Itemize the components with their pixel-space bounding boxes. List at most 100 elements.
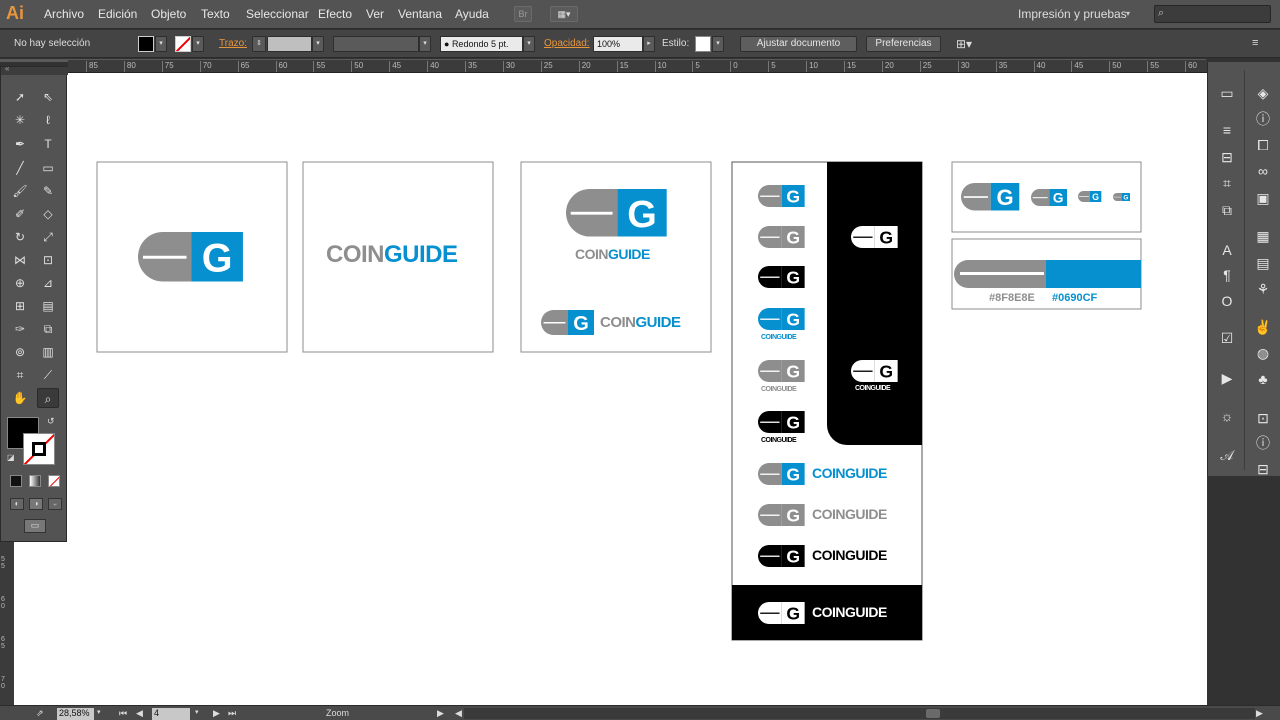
brushes-panel-icon[interactable]: ⚘ — [1248, 278, 1278, 300]
align-options-icon[interactable]: ⊞▾ — [956, 37, 972, 51]
symbol-sprayer-tool-icon[interactable]: ⊚ — [9, 342, 31, 362]
profile-dropdown[interactable]: ▾ — [419, 36, 431, 52]
opacity-field[interactable]: 100% — [593, 36, 643, 52]
opacity-dropdown[interactable]: ▸ — [643, 36, 655, 52]
selection-tool-icon[interactable]: ➚ — [9, 87, 31, 107]
blob-brush-tool-icon[interactable]: ✐ — [9, 204, 31, 224]
perspective-grid-tool-icon[interactable]: ⊿ — [37, 273, 59, 293]
workspace-switcher[interactable]: Impresión y pruebas — [1018, 7, 1127, 21]
vertical-ruler[interactable]: 5 5 6 0 6 5 7 0 — [0, 540, 14, 705]
draw-normal-icon[interactable]: ◐ — [10, 498, 24, 510]
pen-tool-icon[interactable]: ✒ — [9, 134, 31, 154]
opentype-panel-icon[interactable]: O — [1212, 290, 1242, 312]
arrange-documents-button[interactable]: ▦▾ — [550, 6, 578, 22]
artboard-number-field[interactable]: 4 — [152, 708, 190, 720]
layers-panel-icon[interactable]: ◈ — [1248, 82, 1278, 104]
menu-ventana[interactable]: Ventana — [398, 7, 442, 21]
default-colors-icon[interactable]: ◪ — [7, 453, 15, 462]
gradient-panel-icon[interactable]: ▭ — [1212, 82, 1242, 104]
paragraph-panel-icon[interactable]: ¶ — [1212, 264, 1242, 286]
scale-tool-icon[interactable]: ⤢ — [37, 227, 59, 247]
chevron-down-icon[interactable]: ▾ — [1126, 9, 1130, 18]
lasso-tool-icon[interactable]: ℓ — [37, 110, 59, 130]
swatches-panel-icon[interactable]: ▦ — [1248, 225, 1278, 247]
swap-fill-stroke-icon[interactable]: ↺ — [47, 416, 55, 427]
menu-edicion[interactable]: Edición — [98, 7, 137, 21]
menu-objeto[interactable]: Objeto — [151, 7, 186, 21]
color-mode-icon[interactable] — [10, 475, 22, 487]
share-icon[interactable]: ⇗ — [36, 708, 44, 719]
type-tool-icon[interactable]: T — [37, 134, 59, 154]
draw-inside-icon[interactable]: ◒ — [48, 498, 62, 510]
panel-grip[interactable]: « — [1, 64, 68, 75]
graphic-styles-panel-icon[interactable]: ✌ — [1248, 316, 1278, 338]
help-search-input[interactable]: ⌕ — [1154, 5, 1271, 23]
navigator-panel-icon[interactable]: ☼ — [1212, 405, 1242, 427]
menu-texto[interactable]: Texto — [201, 7, 230, 21]
brush-dropdown[interactable]: ▾ — [523, 36, 535, 52]
pencil-tool-icon[interactable]: ✎ — [37, 181, 59, 201]
menu-archivo[interactable]: Archivo — [44, 7, 84, 21]
gradient-mode-icon[interactable] — [29, 475, 41, 487]
rotate-tool-icon[interactable]: ↻ — [9, 227, 31, 247]
symbols-panel-icon[interactable]: ♣ — [1248, 368, 1278, 390]
pathfinder-panel-icon[interactable]: ⧉ — [1212, 199, 1242, 221]
previous-artboard-icon[interactable]: ◀ — [136, 708, 143, 719]
direct-selection-tool-icon[interactable]: ⇖ — [37, 87, 59, 107]
gradient-tool-icon[interactable]: ▤ — [37, 296, 59, 316]
zoom-level-field[interactable]: 28,58% — [57, 708, 94, 720]
stroke-color-swatch[interactable] — [175, 36, 191, 52]
transform-panel-icon[interactable]: ⌗ — [1212, 172, 1242, 194]
artboard-tool-icon[interactable]: ⌗ — [9, 365, 31, 385]
artboard-dropdown[interactable]: ▾ — [195, 708, 199, 716]
first-artboard-icon[interactable]: ⏮ — [119, 708, 127, 719]
horizontal-ruler[interactable]: 85 80 75 70 65 60 55 50 45 40 35 30 25 20 15 10 5 0 5 10 15 2… — [68, 60, 1207, 73]
next-artboard-icon[interactable]: ▶ — [213, 708, 220, 719]
stroke-weight-stepper[interactable]: ⇕ — [252, 36, 266, 52]
opacity-label[interactable]: Opacidad: — [544, 38, 590, 49]
slice-tool-icon[interactable]: ⟋ — [37, 365, 59, 385]
character-panel-icon[interactable]: A — [1212, 239, 1242, 261]
menu-efecto[interactable]: Efecto — [318, 7, 352, 21]
last-artboard-icon[interactable]: ⏭ — [228, 708, 236, 719]
preferences-button[interactable]: Preferencias — [866, 36, 941, 52]
adjust-document-button[interactable]: Ajustar documento — [740, 36, 857, 52]
width-tool-icon[interactable]: ⋈ — [9, 250, 31, 270]
scrollbar-thumb[interactable] — [926, 709, 940, 718]
menu-ver[interactable]: Ver — [366, 7, 384, 21]
glyphs-panel-icon[interactable]: 𝒜 — [1212, 444, 1242, 466]
stroke-weight-field[interactable] — [267, 36, 312, 52]
actions-panel-icon[interactable]: ▶ — [1212, 367, 1242, 389]
graph-tool-icon[interactable]: ▥ — [37, 342, 59, 362]
canvas[interactable]: G G G G G COINGUIDE COINGUIDE COINGUIDE … — [14, 73, 1207, 705]
paintbrush-tool-icon[interactable]: 🖌 — [9, 181, 31, 201]
style-dropdown[interactable]: ▾ — [712, 36, 724, 52]
screen-mode-icon[interactable]: ▭ — [24, 519, 46, 533]
fill-dropdown[interactable]: ▾ — [155, 36, 167, 52]
stroke-dropdown[interactable]: ▾ — [192, 36, 204, 52]
stroke-weight-dropdown[interactable]: ▾ — [312, 36, 324, 52]
brush-definition-field[interactable]: ● Redondo 5 pt. — [440, 36, 523, 52]
eraser-tool-icon[interactable]: ◇ — [37, 204, 59, 224]
horizontal-scrollbar[interactable] — [464, 708, 1255, 719]
stroke-panel-icon[interactable]: ≡ — [1212, 119, 1242, 141]
none-mode-icon[interactable] — [48, 475, 60, 487]
tasks-panel-icon[interactable]: ☑ — [1212, 327, 1242, 349]
scroll-left-icon[interactable]: ◀ — [455, 708, 462, 719]
appearance-panel-icon[interactable]: ◍ — [1248, 342, 1278, 364]
status-menu-icon[interactable]: ▶ — [437, 708, 444, 719]
blend-tool-icon[interactable]: ⧉ — [37, 319, 59, 339]
rectangle-tool-icon[interactable]: ▭ — [37, 158, 59, 178]
attributes-panel-icon[interactable]: ⓘ — [1248, 432, 1278, 454]
info-panel-icon[interactable]: ⓘ — [1248, 108, 1278, 130]
align-panel-icon[interactable]: ⊟ — [1212, 146, 1242, 168]
color-guide-panel-icon[interactable]: ▤ — [1248, 252, 1278, 274]
fill-color-swatch[interactable] — [138, 36, 154, 52]
zoom-tool-icon[interactable]: ⌕ — [37, 388, 59, 408]
variables-panel-icon[interactable]: ⊟ — [1248, 458, 1278, 480]
draw-behind-icon[interactable]: ◑ — [29, 498, 43, 510]
variable-width-profile[interactable] — [333, 36, 419, 52]
graphic-style-swatch[interactable] — [695, 36, 711, 52]
eyedropper-tool-icon[interactable]: ✑ — [9, 319, 31, 339]
free-transform-tool-icon[interactable]: ⊡ — [37, 250, 59, 270]
